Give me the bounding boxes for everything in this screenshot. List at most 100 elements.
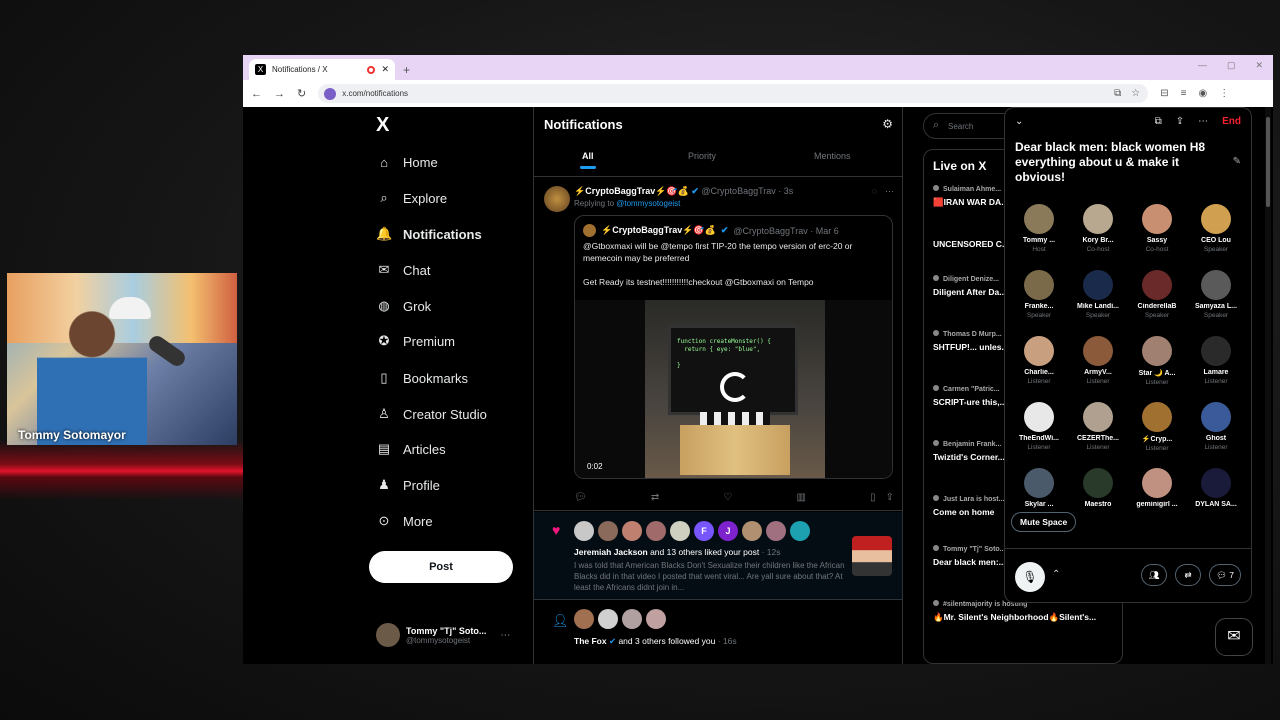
share-icon[interactable]: ⇪ [1176, 116, 1184, 127]
space-participant[interactable]: Franke... Speaker [1010, 270, 1068, 319]
nav-creator-studio[interactable]: ♙ Creator Studio [376, 404, 487, 424]
space-participant[interactable]: Ghost Listener [1187, 402, 1245, 451]
reload-icon[interactable]: ↻ [297, 87, 306, 100]
nav-explore[interactable]: ⌕ Explore [376, 188, 447, 208]
close-window-icon[interactable]: ✕ [1255, 60, 1263, 71]
space-participant[interactable]: CEZERThe... Listener [1069, 402, 1127, 451]
more-dots-icon[interactable]: ⋯ [1198, 116, 1208, 127]
reply-notification[interactable]: ⚡CryptoBaggTrav⚡🎯💰 ✔ @CryptoBaggTrav · 3… [534, 179, 902, 511]
chevron-down-icon[interactable]: ⌄ [1015, 116, 1023, 127]
extension-icon[interactable]: ⊟ [1160, 88, 1168, 99]
space-participant[interactable]: Samyaza L... Speaker [1187, 270, 1245, 319]
tab-all[interactable]: All [580, 151, 595, 169]
nav-articles[interactable]: ▤ Articles [376, 439, 446, 459]
chevron-up-icon[interactable]: ⌃ [1052, 569, 1060, 580]
space-participant[interactable]: Sassy Co-host [1128, 204, 1186, 253]
space-participant[interactable]: Charlie... Listener [1010, 336, 1068, 385]
avatar[interactable]: F [694, 521, 714, 541]
install-icon[interactable]: ⧉ [1114, 88, 1121, 99]
nav-more[interactable]: ⊙ More [376, 511, 433, 531]
follow-notification[interactable]: 👤︎ The Fox ✔ and 3 others followed you ·… [534, 601, 902, 661]
microphone-icon[interactable]: 🎙︎ [1015, 562, 1045, 592]
space-participant[interactable]: TheEndWi... Listener [1010, 402, 1068, 451]
share-icon[interactable]: ⇪ [886, 492, 894, 503]
space-participant[interactable]: Lamare Listener [1187, 336, 1245, 385]
tab-mentions[interactable]: Mentions [814, 151, 851, 161]
url-field[interactable]: x.com/notifications ⧉ ☆ [318, 84, 1149, 103]
follower-name[interactable]: The Fox [574, 636, 607, 646]
avatar[interactable] [742, 521, 762, 541]
grok-icon[interactable]: ◌ [872, 186, 877, 197]
avatar[interactable] [622, 609, 642, 629]
space-participant[interactable]: Kory Br... Co-host [1069, 204, 1127, 253]
edit-icon[interactable]: ✎ [1233, 156, 1241, 167]
like-icon[interactable]: ♡ [723, 492, 732, 503]
video-player[interactable]: function createMonster() { return { eye:… [575, 300, 892, 478]
scrollbar-thumb[interactable] [1266, 117, 1270, 207]
more-dots-icon[interactable]: ⋯ [500, 630, 510, 641]
messages-fab-icon[interactable]: ✉ [1215, 618, 1253, 656]
minimize-icon[interactable]: — [1198, 60, 1207, 71]
post-button[interactable]: Post [369, 551, 513, 583]
quoted-post[interactable]: ⚡CryptoBaggTrav⚡🎯💰 ✔ @CryptoBaggTrav · Mar… [574, 215, 893, 479]
people-icon[interactable]: 👥︎ [1141, 564, 1168, 586]
bookmark-star-icon[interactable]: ☆ [1131, 88, 1140, 99]
nav-profile[interactable]: ♟ Profile [376, 475, 440, 495]
close-tab-icon[interactable]: ✕ [381, 64, 389, 75]
nav-home[interactable]: ⌂ Home [376, 152, 438, 172]
repost-icon[interactable]: ⇄ [1175, 564, 1202, 586]
new-tab-icon[interactable]: + [403, 63, 410, 77]
back-icon[interactable]: ← [251, 88, 262, 100]
forward-icon[interactable]: → [274, 88, 285, 100]
space-participant[interactable]: geminigirl ... [1128, 468, 1186, 510]
avatar[interactable] [574, 521, 594, 541]
avatar[interactable] [622, 521, 642, 541]
nav-grok[interactable]: ◍ Grok [376, 296, 431, 316]
space-participant[interactable]: Maestro [1069, 468, 1127, 510]
scrollbar[interactable] [1265, 107, 1271, 664]
space-participant[interactable]: Tommy ... Host [1010, 204, 1068, 253]
avatar[interactable] [790, 521, 810, 541]
profile-icon[interactable]: ◉ [1198, 88, 1207, 99]
mute-space-button[interactable]: Mute Space [1011, 512, 1077, 532]
post-thumbnail[interactable] [852, 536, 892, 576]
nav-bookmarks[interactable]: ▯ Bookmarks [376, 368, 468, 388]
avatar[interactable] [598, 609, 618, 629]
space-participant[interactable]: Star 🌙 A... Listener [1128, 336, 1186, 386]
liker-name[interactable]: Jeremiah Jackson [574, 547, 648, 557]
space-participant[interactable]: ⚡Cryp... Listener [1128, 402, 1186, 452]
space-participant[interactable]: CinderellaB Speaker [1128, 270, 1186, 319]
avatar[interactable]: J [718, 521, 738, 541]
repost-icon[interactable]: ⇄ [651, 492, 659, 503]
site-info-icon[interactable] [324, 87, 337, 100]
end-space-button[interactable]: End [1222, 116, 1241, 127]
comments-button[interactable]: 💬︎ 7 [1209, 564, 1241, 586]
media-icon[interactable]: ≡ [1181, 88, 1187, 99]
space-participant[interactable]: CEO Lou Speaker [1187, 204, 1245, 253]
gear-icon[interactable]: ⚙ [882, 117, 893, 131]
like-notification[interactable]: ♥ F J Jeremiah Jackson and 13 others lik… [534, 512, 902, 600]
mention-link[interactable]: @tommysotogeist [616, 199, 680, 208]
live-item[interactable]: #silentmajority is hosting 🔥Mr. Silent's … [933, 600, 1122, 623]
nav-premium[interactable]: ✪ Premium [376, 331, 455, 351]
avatar[interactable] [646, 609, 666, 629]
x-logo-icon[interactable]: X [376, 114, 389, 137]
nav-notifications[interactable]: 🔔 Notifications [376, 224, 482, 244]
space-participant[interactable]: Mike Landi... Speaker [1069, 270, 1127, 319]
space-participant[interactable]: ArmyV... Listener [1069, 336, 1127, 385]
bookmark-icon[interactable]: ▯ [870, 492, 876, 503]
avatar[interactable] [670, 521, 690, 541]
views-icon[interactable]: ▥ [796, 492, 805, 503]
pip-icon[interactable]: ⧉ [1155, 116, 1162, 127]
space-participant[interactable]: DYLAN SA... [1187, 468, 1245, 510]
reply-icon[interactable]: 💬︎ [574, 492, 587, 503]
avatar[interactable] [544, 186, 570, 212]
more-dots-icon[interactable]: ⋯ [885, 186, 894, 197]
maximize-icon[interactable]: ▢ [1227, 60, 1236, 71]
browser-tab[interactable]: X Notifications / X ✕ [249, 59, 395, 80]
space-participant[interactable]: Skylar ... [1010, 468, 1068, 510]
account-switcher[interactable]: Tommy "Tj" Soto... @tommysotogeist ⋯ [376, 623, 510, 647]
avatar[interactable] [766, 521, 786, 541]
tab-priority[interactable]: Priority [688, 151, 716, 161]
avatar[interactable] [574, 609, 594, 629]
